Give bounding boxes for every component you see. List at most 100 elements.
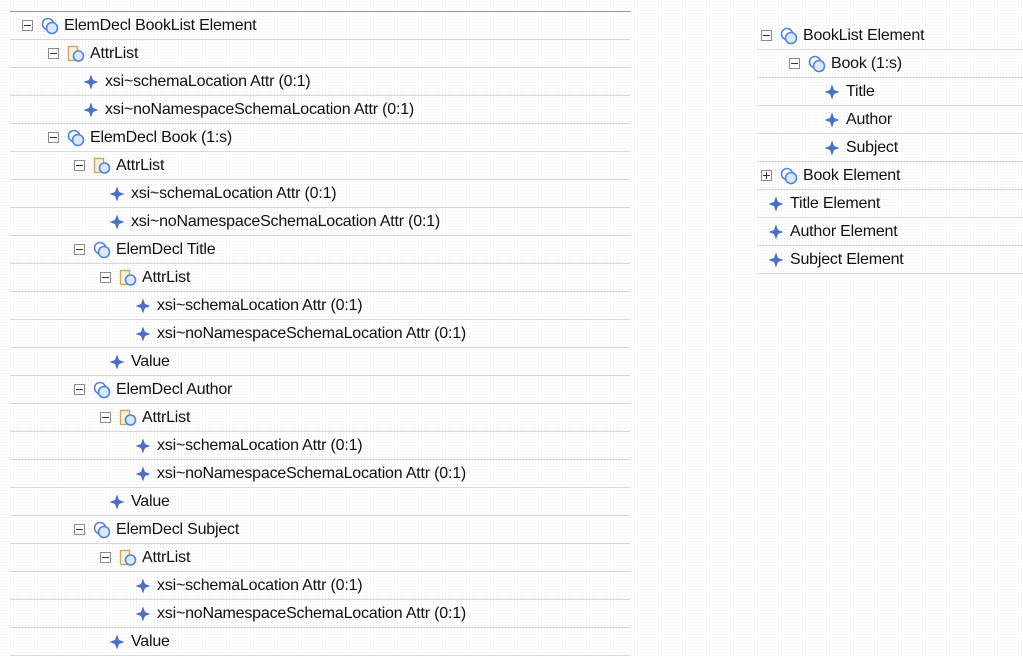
collapse-toggle-icon[interactable]: [48, 48, 59, 59]
collapse-toggle-icon[interactable]: [22, 20, 33, 31]
tree-row[interactable]: Book Element: [757, 162, 1023, 190]
element-node-icon: [93, 241, 111, 259]
schema-declaration-tree[interactable]: ElemDecl BookList Element AttrList xsi~sch…: [10, 12, 630, 656]
tree-row[interactable]: Value: [10, 488, 630, 516]
tree-row-label: Author: [846, 111, 892, 128]
tree-row-label: AttrList: [142, 409, 191, 426]
collapse-toggle-icon[interactable]: [74, 384, 85, 395]
tree-row[interactable]: xsi~noNamespaceSchemaLocation Attr (0:1): [10, 600, 630, 628]
tree-row[interactable]: Value: [10, 348, 630, 376]
tree-row-label: xsi~schemaLocation Attr (0:1): [157, 577, 363, 594]
element-node-icon: [808, 55, 826, 73]
tree-row-label: xsi~noNamespaceSchemaLocation Attr (0:1): [105, 101, 415, 118]
tree-row[interactable]: ElemDecl Title: [10, 236, 630, 264]
diamond-node-icon: [108, 353, 126, 371]
collapse-toggle-icon[interactable]: [761, 30, 772, 41]
diamond-node-icon: [134, 297, 152, 315]
tree-row[interactable]: ElemDecl Book (1:s): [10, 124, 630, 152]
tree-row-label: ElemDecl Title: [116, 241, 216, 258]
collapse-toggle-icon[interactable]: [789, 58, 800, 69]
diamond-node-icon: [108, 633, 126, 651]
tree-row[interactable]: AttrList: [10, 544, 630, 572]
tree-row[interactable]: BookList Element: [757, 22, 1023, 50]
tree-row-label: AttrList: [142, 549, 191, 566]
collapse-toggle-icon[interactable]: [74, 244, 85, 255]
tree-row-label: xsi~schemaLocation Attr (0:1): [131, 185, 337, 202]
tree-row[interactable]: Title: [757, 78, 1023, 106]
tree-row[interactable]: Author: [757, 106, 1023, 134]
diamond-node-icon: [823, 111, 841, 129]
tree-row[interactable]: xsi~noNamespaceSchemaLocation Attr (0:1): [10, 96, 630, 124]
tree-row[interactable]: AttrList: [10, 264, 630, 292]
tree-row[interactable]: Author Element: [757, 218, 1023, 246]
tree-row-label: Author Element: [790, 223, 898, 240]
tree-row-label: ElemDecl BookList Element: [64, 17, 257, 34]
diamond-node-icon: [134, 465, 152, 483]
tree-row-label: ElemDecl Author: [116, 381, 233, 398]
diamond-node-icon: [767, 195, 785, 213]
attribute-list-icon: [119, 269, 137, 287]
tree-row-label: AttrList: [142, 269, 191, 286]
tree-row[interactable]: xsi~schemaLocation Attr (0:1): [10, 292, 630, 320]
tree-row[interactable]: Subject: [757, 134, 1023, 162]
tree-row-label: Value: [131, 353, 170, 370]
tree-row-label: Subject Element: [790, 251, 904, 268]
collapse-toggle-icon[interactable]: [74, 160, 85, 171]
collapse-toggle-icon[interactable]: [100, 272, 111, 283]
tree-row[interactable]: xsi~schemaLocation Attr (0:1): [10, 180, 630, 208]
tree-row[interactable]: AttrList: [10, 40, 630, 68]
tree-row-label: xsi~schemaLocation Attr (0:1): [105, 73, 311, 90]
tree-row[interactable]: ElemDecl BookList Element: [10, 12, 630, 40]
element-node-icon: [93, 521, 111, 539]
tree-row[interactable]: xsi~noNamespaceSchemaLocation Attr (0:1): [10, 460, 630, 488]
tree-row-label: ElemDecl Subject: [116, 521, 240, 538]
tree-row[interactable]: xsi~schemaLocation Attr (0:1): [10, 572, 630, 600]
element-node-icon: [780, 27, 798, 45]
collapse-toggle-icon[interactable]: [48, 132, 59, 143]
tree-row[interactable]: AttrList: [10, 404, 630, 432]
tree-row-label: Title Element: [790, 195, 881, 212]
tree-row-label: xsi~schemaLocation Attr (0:1): [157, 437, 363, 454]
element-node-icon: [93, 381, 111, 399]
diamond-node-icon: [767, 223, 785, 241]
diamond-node-icon: [82, 73, 100, 91]
diamond-node-icon: [823, 139, 841, 157]
tree-row[interactable]: ElemDecl Author: [10, 376, 630, 404]
expand-toggle-icon[interactable]: [761, 170, 772, 181]
tree-row[interactable]: ElemDecl Subject: [10, 516, 630, 544]
element-structure-tree[interactable]: BookList Element Book (1:s) Title Author Sub…: [757, 22, 1023, 274]
tree-row-label: ElemDecl Book (1:s): [90, 129, 233, 146]
tree-row-label: Title: [846, 83, 875, 100]
attribute-list-icon: [93, 157, 111, 175]
attribute-list-icon: [119, 549, 137, 567]
tree-row-label: xsi~noNamespaceSchemaLocation Attr (0:1): [157, 465, 467, 482]
diamond-node-icon: [134, 577, 152, 595]
tree-row[interactable]: Subject Element: [757, 246, 1023, 274]
tree-row-label: AttrList: [90, 45, 139, 62]
tree-row-label: Subject: [846, 139, 898, 156]
element-node-icon: [780, 167, 798, 185]
diamond-node-icon: [108, 185, 126, 203]
tree-row[interactable]: Book (1:s): [757, 50, 1023, 78]
tree-row[interactable]: xsi~schemaLocation Attr (0:1): [10, 68, 630, 96]
diamond-node-icon: [108, 493, 126, 511]
tree-row[interactable]: xsi~noNamespaceSchemaLocation Attr (0:1): [10, 208, 630, 236]
tree-row-label: Value: [131, 633, 170, 650]
tree-row[interactable]: Title Element: [757, 190, 1023, 218]
tree-row[interactable]: xsi~schemaLocation Attr (0:1): [10, 432, 630, 460]
diamond-node-icon: [823, 83, 841, 101]
diamond-node-icon: [134, 605, 152, 623]
tree-row-label: xsi~noNamespaceSchemaLocation Attr (0:1): [157, 325, 467, 342]
collapse-toggle-icon[interactable]: [74, 524, 85, 535]
tree-row[interactable]: Value: [10, 628, 630, 656]
diamond-node-icon: [134, 325, 152, 343]
element-node-icon: [41, 17, 59, 35]
tree-row[interactable]: AttrList: [10, 152, 630, 180]
tree-row-label: Value: [131, 493, 170, 510]
collapse-toggle-icon[interactable]: [100, 412, 111, 423]
attribute-list-icon: [67, 45, 85, 63]
attribute-list-icon: [119, 409, 137, 427]
collapse-toggle-icon[interactable]: [100, 552, 111, 563]
diamond-node-icon: [108, 213, 126, 231]
tree-row[interactable]: xsi~noNamespaceSchemaLocation Attr (0:1): [10, 320, 630, 348]
